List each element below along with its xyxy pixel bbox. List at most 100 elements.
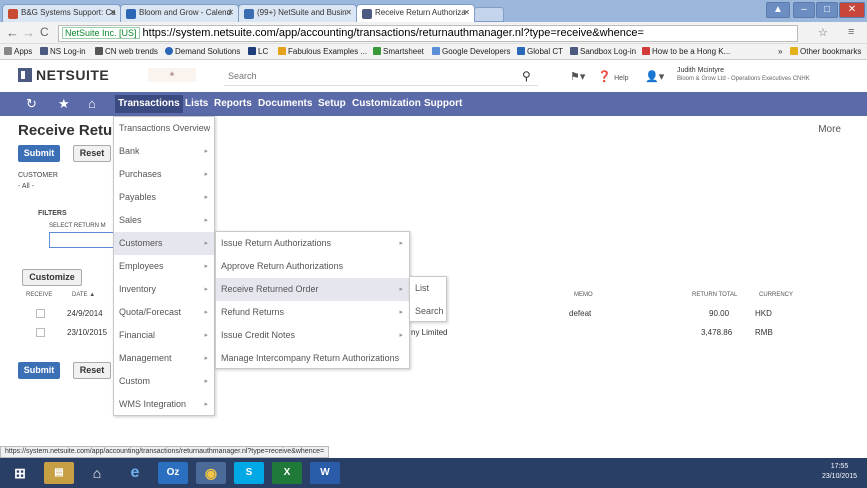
bookmark-demand-solutions[interactable]: Demand Solutions (165, 47, 240, 56)
col-date[interactable]: DATE ▲ (72, 292, 95, 298)
menu-manage-intercompany-return-authorizations[interactable]: Manage Intercompany Return Authorization… (216, 347, 409, 370)
bookmark-other[interactable]: Other bookmarks (790, 47, 861, 56)
menu-list[interactable]: List (410, 277, 446, 300)
recent-records-icon[interactable]: ⚑▾ (570, 71, 585, 83)
customize-button[interactable]: Customize (22, 269, 82, 286)
menu-financial[interactable]: Financial ▸ (114, 324, 214, 347)
chrome-menu-icon[interactable]: ≡ (848, 26, 854, 38)
menu-approve-return-authorizations[interactable]: Approve Return Authorizations (216, 255, 409, 278)
chevron-right-icon: ▸ (204, 401, 208, 408)
user-info[interactable]: Judith Mcintyre Bloom & Grow Ltd - Opera… (677, 67, 810, 83)
menu-inventory[interactable]: Inventory ▸ (114, 278, 214, 301)
menu-quota-forecast[interactable]: Quota/Forecast ▸ (114, 301, 214, 324)
receive-checkbox[interactable] (36, 309, 45, 318)
bookmark-cn-web-trends[interactable]: CN web trends (95, 47, 158, 56)
reset-button-bottom[interactable]: Reset (73, 362, 111, 379)
user-avatar-icon[interactable]: 👤▾ (645, 71, 664, 83)
system-clock[interactable]: 17:55 23/10/2015 (822, 462, 857, 482)
globe-icon (165, 47, 173, 55)
search-icon[interactable]: ⚲ (522, 69, 531, 83)
browser-tab-1[interactable]: B&G Systems Support: Ca ✕ (2, 4, 121, 22)
reload-icon[interactable]: C (40, 25, 49, 39)
menu-search[interactable]: Search (410, 300, 446, 323)
menu-bank[interactable]: Bank ▸ (114, 140, 214, 163)
submit-button[interactable]: Submit (18, 145, 60, 162)
row-date: 24/9/2014 (67, 309, 103, 318)
home-icon[interactable]: ⌂ (88, 96, 96, 111)
close-icon[interactable]: ✕ (463, 8, 470, 17)
select-return-input[interactable] (49, 232, 119, 248)
menu-payables[interactable]: Payables ▸ (114, 186, 214, 209)
skype-icon[interactable]: S (234, 462, 264, 484)
home-icon[interactable]: ⌂ (82, 462, 112, 484)
back-icon[interactable]: ← (6, 25, 19, 40)
user-profile-icon[interactable]: ▲ (766, 2, 790, 18)
bookmark-global-ct[interactable]: Global CT (517, 47, 563, 56)
nav-setup[interactable]: Setup (318, 98, 346, 109)
favorites-star-icon[interactable]: ★ (58, 96, 70, 112)
browser-tab-2[interactable]: Bloom and Grow - Calend ✕ (120, 4, 239, 22)
windows-start-icon[interactable]: ⊞ (6, 462, 34, 484)
menu-custom[interactable]: Custom ▸ (114, 370, 214, 393)
bookmark-lc[interactable]: LC (248, 47, 268, 56)
bookmark-star-icon[interactable]: ☆ (818, 26, 828, 39)
receive-checkbox[interactable] (36, 328, 45, 337)
outlook-icon[interactable]: Oz (158, 462, 188, 484)
col-currency[interactable]: CURRENCY (759, 292, 793, 298)
chrome-icon[interactable]: ◉ (196, 462, 226, 484)
menu-transactions-overview[interactable]: Transactions Overview (114, 117, 214, 140)
menu-issue-return-authorizations[interactable]: Issue Return Authorizations ▸ (216, 232, 409, 255)
close-icon[interactable]: ✕ (227, 8, 234, 17)
close-icon[interactable]: ✕ (109, 8, 116, 17)
submit-button-bottom[interactable]: Submit (18, 362, 60, 379)
nav-reports[interactable]: Reports (214, 98, 252, 109)
nav-customization[interactable]: Customization (352, 98, 421, 109)
menu-issue-credit-notes[interactable]: Issue Credit Notes ▸ (216, 324, 409, 347)
menu-customers[interactable]: Customers ▸ (114, 232, 214, 255)
bookmark-smartsheet[interactable]: Smartsheet (373, 47, 424, 56)
bookmark-fabulous-examples[interactable]: Fabulous Examples ... (278, 47, 367, 56)
bookmark-sandbox-login[interactable]: Sandbox Log-in (570, 47, 636, 56)
menu-employees[interactable]: Employees ▸ (114, 255, 214, 278)
nav-documents[interactable]: Documents (258, 98, 312, 109)
internet-explorer-icon[interactable]: e (120, 462, 150, 484)
window-close-icon[interactable]: ✕ (839, 2, 865, 18)
col-memo[interactable]: MEMO (574, 292, 593, 298)
new-tab-button[interactable] (474, 7, 504, 22)
maximize-icon[interactable]: □ (816, 2, 838, 18)
global-search-input[interactable] (224, 66, 538, 86)
url-input[interactable]: NetSuite Inc. [US] https://system.netsuit… (58, 25, 798, 42)
netsuite-logo[interactable]: NETSUITE (18, 67, 109, 83)
excel-icon[interactable]: X (272, 462, 302, 484)
word-icon[interactable]: W (310, 462, 340, 484)
help-icon[interactable]: ❓ (598, 71, 612, 83)
recent-icon[interactable]: ↻ (26, 96, 37, 112)
bookmark-google-developers[interactable]: Google Developers (432, 47, 510, 56)
bookmark-hong-kong[interactable]: How to be a Hong K... (642, 47, 730, 56)
menu-wms-integration[interactable]: WMS Integration ▸ (114, 393, 214, 416)
browser-tab-3[interactable]: (99+) NetSuite and Busin ✕ (238, 4, 357, 22)
close-icon[interactable]: ✕ (345, 8, 352, 17)
nav-transactions[interactable]: Transactions (115, 95, 183, 113)
customer-select[interactable]: - All - (18, 183, 34, 190)
nav-support[interactable]: Support (424, 98, 462, 109)
menu-receive-returned-order[interactable]: Receive Returned Order ▸ (216, 278, 409, 301)
row-name[interactable]: ny Limited (411, 328, 447, 337)
menu-purchases[interactable]: Purchases ▸ (114, 163, 214, 186)
minimize-icon[interactable]: – (793, 2, 815, 18)
bookmark-ns-login[interactable]: NS Log-in (40, 47, 86, 56)
browser-tab-4[interactable]: Receive Return Authoriza ✕ (356, 4, 475, 23)
file-explorer-icon[interactable]: ▤ (44, 462, 74, 484)
more-link[interactable]: More (818, 124, 841, 135)
nav-lists[interactable]: Lists (185, 98, 208, 109)
menu-management[interactable]: Management ▸ (114, 347, 214, 370)
col-receive[interactable]: RECEIVE (26, 292, 52, 298)
reset-button[interactable]: Reset (73, 145, 111, 162)
col-return-total[interactable]: RETURN TOTAL (692, 292, 737, 298)
bookmarks-overflow[interactable]: » (778, 47, 782, 56)
menu-refund-returns[interactable]: Refund Returns ▸ (216, 301, 409, 324)
menu-sales[interactable]: Sales ▸ (114, 209, 214, 232)
help-link[interactable]: Help (614, 75, 628, 82)
bookmark-apps[interactable]: Apps (4, 47, 32, 56)
forward-icon[interactable]: → (22, 25, 35, 40)
